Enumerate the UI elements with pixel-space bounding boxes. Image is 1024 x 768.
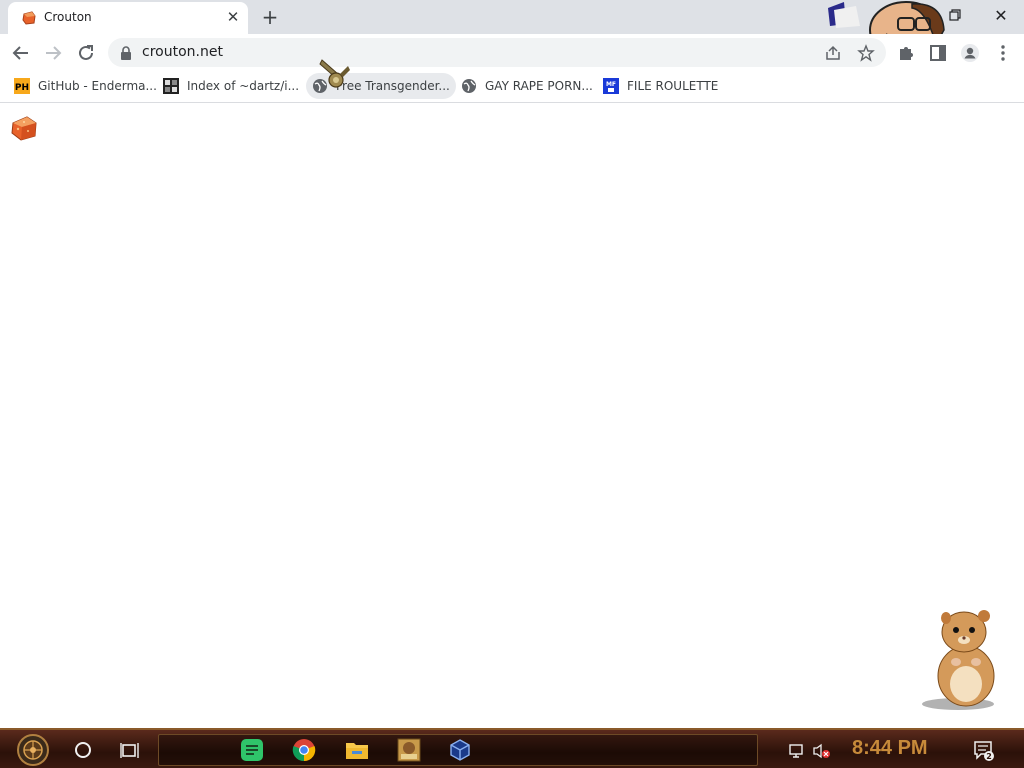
bookmark-github[interactable]: PH GitHub - Enderma... — [8, 73, 163, 99]
mf-icon: MF — [603, 78, 619, 94]
bookmark-gay-rape-porn[interactable]: GAY RAPE PORN... — [455, 73, 599, 99]
bookmark-star-icon[interactable] — [857, 44, 875, 62]
bookmark-label: GitHub - Enderma... — [38, 79, 157, 93]
start-button-icon[interactable] — [10, 733, 56, 767]
forward-arrow-icon[interactable] — [42, 42, 64, 64]
browser-toolbar: crouton.net — [0, 34, 1024, 70]
close-window-button[interactable]: ✕ — [992, 5, 1010, 25]
game-app-icon[interactable] — [396, 737, 422, 763]
bookmark-index-dartz[interactable]: Index of ~dartz/i... — [157, 73, 305, 99]
crouton-favicon-icon — [22, 11, 36, 25]
notification-center-icon[interactable]: 2 — [972, 738, 996, 762]
crouton-image[interactable] — [10, 114, 38, 142]
back-arrow-icon[interactable] — [10, 42, 32, 64]
menu-dots-icon[interactable] — [993, 43, 1013, 63]
address-bar[interactable]: crouton.net — [108, 38, 886, 67]
tab-close-icon[interactable]: ✕ — [224, 8, 242, 26]
url-text[interactable]: crouton.net — [142, 44, 223, 60]
restore-window-icon[interactable] — [946, 6, 964, 24]
dancing-hamster-image — [922, 610, 995, 710]
bookmarks-bar: PH GitHub - Enderma... Index of ~dartz/i… — [0, 59, 1024, 103]
share-icon[interactable] — [824, 44, 842, 62]
tab-crouton[interactable]: Crouton ✕ — [8, 2, 248, 34]
taskbar: 8:44 PM 2 — [0, 728, 1024, 768]
notification-badge: 2 — [986, 752, 992, 761]
ph-icon: PH — [14, 78, 30, 94]
extensions-puzzle-icon[interactable] — [896, 43, 916, 63]
virtualbox-icon[interactable] — [447, 737, 473, 763]
bookmark-file-roulette[interactable]: MF FILE ROULETTE — [597, 73, 724, 99]
bookmark-label: GAY RAPE PORN... — [485, 79, 593, 93]
volume-muted-icon[interactable] — [812, 742, 832, 760]
side-panel-icon[interactable] — [928, 43, 948, 63]
bookmark-label: Index of ~dartz/i... — [187, 79, 300, 93]
image-icon — [163, 78, 179, 94]
globe-icon — [462, 79, 476, 93]
new-tab-button[interactable]: + — [259, 5, 281, 29]
tab-title: Crouton — [44, 10, 92, 24]
svg-text:MF: MF — [606, 81, 616, 88]
profile-avatar-icon[interactable] — [960, 43, 980, 63]
reload-icon[interactable] — [75, 42, 97, 64]
page-content — [0, 104, 1024, 728]
spotify-notes-app-icon[interactable] — [239, 737, 265, 763]
desktop-pet-cursor-icon — [319, 59, 350, 88]
file-explorer-icon[interactable] — [344, 737, 370, 763]
tab-strip: Crouton ✕ + ✕ — [0, 0, 1024, 59]
lock-icon[interactable] — [120, 46, 132, 60]
cortana-search-icon[interactable] — [72, 739, 94, 761]
task-view-icon[interactable] — [119, 739, 141, 761]
network-icon[interactable] — [788, 742, 806, 760]
chrome-icon[interactable] — [291, 737, 317, 763]
taskbar-app-dock — [158, 734, 758, 766]
svg-text:PH: PH — [15, 83, 29, 93]
bookmark-label: FILE ROULETTE — [627, 79, 719, 93]
taskbar-clock[interactable]: 8:44 PM — [852, 737, 928, 760]
